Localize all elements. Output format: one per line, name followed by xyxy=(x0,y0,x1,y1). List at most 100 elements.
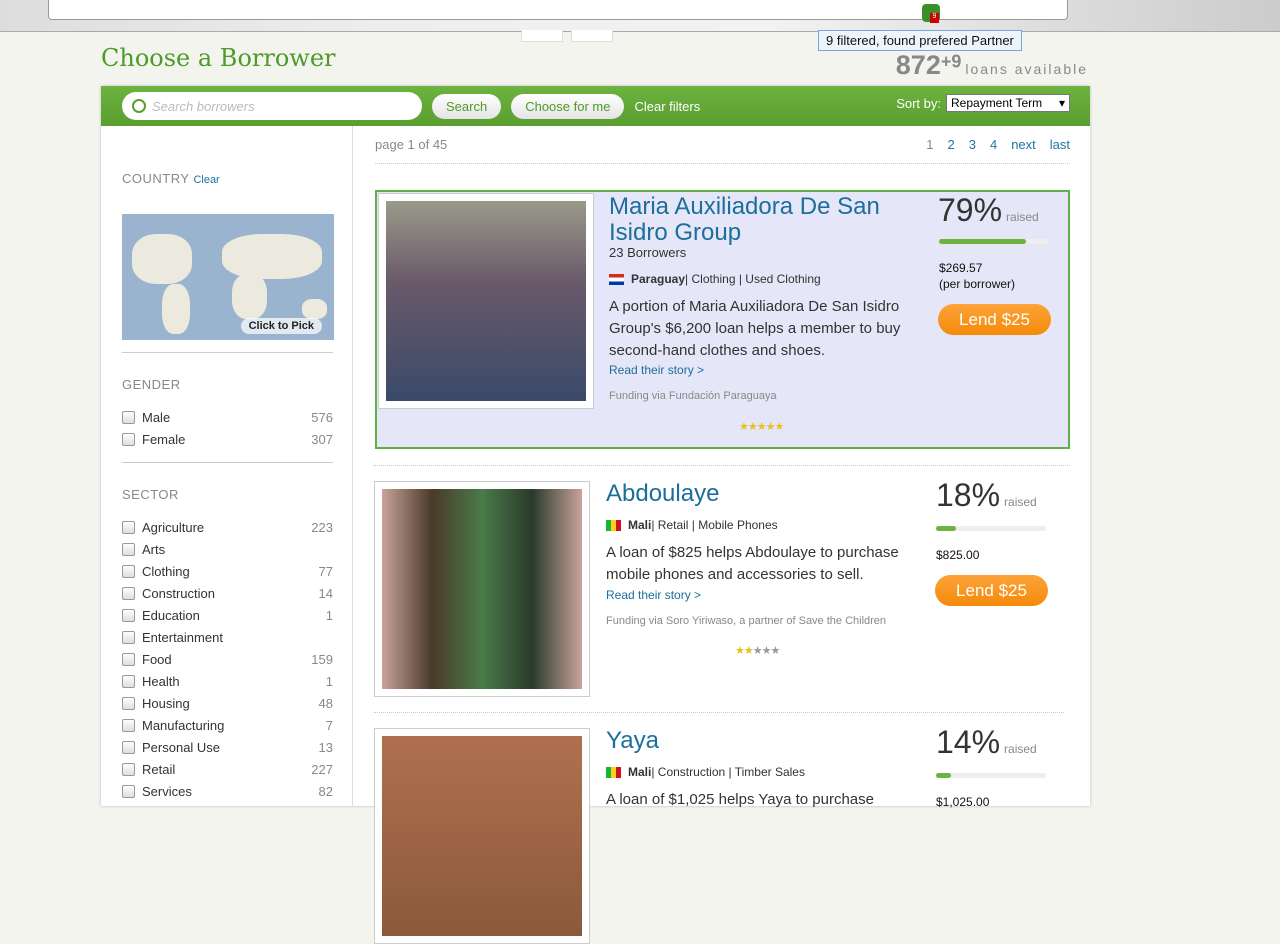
checkbox[interactable] xyxy=(122,520,135,534)
borrower-photo[interactable] xyxy=(378,193,594,409)
read-story-link[interactable]: Read their story > xyxy=(606,588,701,602)
pagination: page 1 of 45 1 2 3 4 next last xyxy=(375,126,1070,164)
loan-description: A loan of $825 helps Abdoulaye to purcha… xyxy=(606,544,899,583)
option-count: 13 xyxy=(318,739,333,755)
country-heading: COUNTRY Clear xyxy=(122,171,333,186)
filter-option[interactable]: Services 82 xyxy=(122,780,333,802)
filter-option[interactable]: Arts xyxy=(122,538,333,560)
sort-select[interactable]: Repayment Term ▾ xyxy=(946,94,1070,112)
checkbox[interactable] xyxy=(122,674,135,688)
filter-option[interactable]: Female 307 xyxy=(122,428,333,450)
mali-flag-icon xyxy=(606,519,621,531)
option-count: 77 xyxy=(318,563,333,579)
choose-for-me-button[interactable]: Choose for me xyxy=(511,93,625,119)
lend-button[interactable]: Lend $25 xyxy=(935,575,1048,606)
address-bar[interactable] xyxy=(48,0,1068,20)
checkbox[interactable] xyxy=(122,608,135,622)
checkbox[interactable] xyxy=(122,762,135,776)
funding-progress-bar xyxy=(939,239,1049,244)
prev-button[interactable] xyxy=(521,30,563,42)
filter-option[interactable]: Male 576 xyxy=(122,406,333,428)
next-page-link[interactable]: next xyxy=(1011,137,1036,152)
page-4-link[interactable]: 4 xyxy=(990,137,997,152)
filter-option[interactable]: Education 1 xyxy=(122,604,333,626)
filter-option[interactable]: Health 1 xyxy=(122,670,333,692)
filter-sidebar: COUNTRY Clear Click to Pick GENDER Male 5… xyxy=(101,126,353,806)
borrower-name[interactable]: Abdoulaye xyxy=(606,481,906,507)
option-label: Housing xyxy=(142,695,190,711)
world-map[interactable]: Click to Pick xyxy=(122,214,334,340)
progress-fill xyxy=(936,526,956,531)
country-clear-link[interactable]: Clear xyxy=(193,174,219,186)
checkbox[interactable] xyxy=(122,432,135,446)
option-label: Food xyxy=(142,651,172,667)
loan-card: Maria Auxiliadora De San Isidro Group 23… xyxy=(375,190,1070,449)
filter-option[interactable]: Entertainment xyxy=(122,626,333,648)
checkbox[interactable] xyxy=(122,652,135,666)
borrower-photo[interactable] xyxy=(374,728,590,944)
extension-tooltip: 9 filtered, found prefered Partner xyxy=(818,30,1022,51)
checkbox[interactable] xyxy=(122,784,135,798)
mali-flag-icon xyxy=(606,766,621,778)
dropdown-arrow-icon: ▾ xyxy=(1058,96,1065,110)
page-3-link[interactable]: 3 xyxy=(969,137,976,152)
option-count: 14 xyxy=(318,585,333,601)
filter-option[interactable]: Agriculture 223 xyxy=(122,516,333,538)
raised-label: raised xyxy=(1006,210,1039,224)
filter-option[interactable]: Construction 14 xyxy=(122,582,333,604)
sector-heading: SECTOR xyxy=(122,487,179,502)
checkbox[interactable] xyxy=(122,542,135,556)
borrower-count: 23 Borrowers xyxy=(609,245,687,260)
borrower-panel: Search borrowers Search Choose for me Cl… xyxy=(101,86,1090,944)
clear-filters-link[interactable]: Clear filters xyxy=(634,99,700,114)
percent-value: 79% xyxy=(938,192,1003,228)
filter-option[interactable]: Clothing 77 xyxy=(122,560,333,582)
page-2-link[interactable]: 2 xyxy=(947,137,954,152)
sort-control: Sort by: Repayment Term ▾ xyxy=(896,94,1070,112)
last-page-link[interactable]: last xyxy=(1050,137,1070,152)
checkbox[interactable] xyxy=(122,630,135,644)
option-count: 576 xyxy=(311,409,333,425)
borrower-name[interactable]: Maria Auxiliadora De San Isidro Group xyxy=(609,194,909,246)
divider xyxy=(374,465,1070,466)
loan-count: 872 xyxy=(895,50,941,80)
checkbox[interactable] xyxy=(122,564,135,578)
percent-raised: 14% raised xyxy=(936,724,1037,761)
page-1: 1 xyxy=(926,137,934,152)
checkbox[interactable] xyxy=(122,410,135,424)
sector: | Construction | Timber Sales xyxy=(651,765,805,779)
percent-raised: 18% raised xyxy=(936,477,1037,514)
percent-raised: 79% raised xyxy=(938,192,1039,229)
read-story-link[interactable]: Read their story > xyxy=(609,363,704,377)
search-button[interactable]: Search xyxy=(432,93,502,119)
filter-option[interactable]: Retail 227 xyxy=(122,758,333,780)
next-button[interactable] xyxy=(571,30,613,42)
option-count: 159 xyxy=(311,651,333,667)
lend-button[interactable]: Lend $25 xyxy=(938,304,1051,335)
raised-label: raised xyxy=(1004,742,1037,756)
sort-value: Repayment Term xyxy=(951,96,1043,110)
checkbox[interactable] xyxy=(122,696,135,710)
filter-option[interactable]: Manufacturing 7 xyxy=(122,714,333,736)
filter-option[interactable]: Housing 48 xyxy=(122,692,333,714)
filter-option[interactable]: Food 159 xyxy=(122,648,333,670)
filter-option[interactable]: Personal Use 13 xyxy=(122,736,333,758)
loan-location: Mali | Retail | Mobile Phones xyxy=(606,518,778,532)
checkbox[interactable] xyxy=(122,718,135,732)
checkbox[interactable] xyxy=(122,740,135,754)
option-label: Education xyxy=(142,607,200,623)
borrower-photo[interactable] xyxy=(374,481,590,697)
option-label: Male xyxy=(142,409,171,425)
option-count: 82 xyxy=(318,783,333,799)
search-input[interactable]: Search borrowers xyxy=(122,92,422,120)
option-label: Female xyxy=(142,431,186,447)
country-label: COUNTRY xyxy=(122,171,190,186)
option-label: Entertainment xyxy=(142,629,223,645)
checkbox[interactable] xyxy=(122,586,135,600)
partner-rating-stars: ★★★★★ xyxy=(735,645,780,657)
progress-fill xyxy=(939,239,1026,244)
browser-toolbar: 9 xyxy=(0,0,1280,32)
option-count: 1 xyxy=(325,607,333,623)
borrower-name[interactable]: Yaya xyxy=(606,728,906,754)
option-label: Construction xyxy=(142,585,215,601)
